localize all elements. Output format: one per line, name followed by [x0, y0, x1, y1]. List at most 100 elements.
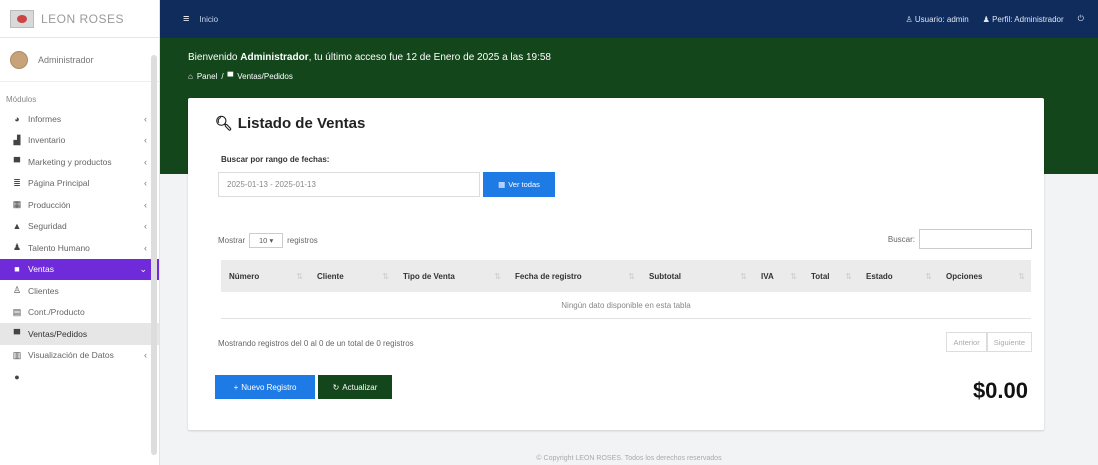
sidebar-item-label: Visualización de Datos — [28, 350, 114, 361]
sidebar-item-informes[interactable]: ◕ Informes ‹ — [0, 108, 159, 130]
column-header[interactable]: Fecha de registro ⇅ — [507, 260, 641, 292]
user-name: Administrador — [38, 54, 94, 65]
column-header[interactable]: Cliente ⇅ — [309, 260, 395, 292]
column-header[interactable]: IVA ⇅ — [753, 260, 803, 292]
sidebar-item-producci-n[interactable]: ▦ Producción ‹ — [0, 194, 159, 216]
chevron-icon: ⌄ — [139, 263, 147, 274]
column-header[interactable]: Total ⇅ — [803, 260, 858, 292]
users-icon: ♟ — [12, 242, 22, 253]
logout-icon[interactable]: ⏻ — [1078, 14, 1084, 24]
users-icon: ♟ — [982, 14, 993, 24]
date-range-input[interactable]: 2025-01-13 - 2025-01-13 — [218, 172, 480, 197]
show-label: Mostrar — [218, 236, 246, 245]
sort-icon: ⇅ — [1018, 271, 1025, 281]
search-input[interactable] — [919, 229, 1032, 249]
date-range-label: Buscar por rango de fechas: — [221, 155, 330, 164]
sidebar-item-ventas-pedidos[interactable]: ▀ Ventas/Pedidos — [0, 323, 159, 345]
page-title: 🔍︎ Listado de Ventas — [215, 115, 365, 132]
user-panel[interactable]: Administrador — [0, 38, 159, 82]
chevron-icon: ‹ — [144, 135, 147, 146]
brand-name: LEON ROSES — [41, 11, 125, 26]
user-link-label: Usuario: admin — [914, 14, 969, 24]
empty-row: Ningún dato disponible en esta tabla — [221, 292, 1031, 319]
breadcrumb-home[interactable]: Panel — [197, 72, 217, 81]
sidebar-item-talento-humano[interactable]: ♟ Talento Humano ‹ — [0, 237, 159, 259]
brand[interactable]: LEON ROSES — [0, 0, 159, 38]
column-header-label: Fecha de registro — [515, 271, 582, 281]
sort-icon: ⇅ — [790, 271, 797, 281]
page-title-text: Listado de Ventas — [237, 115, 366, 132]
top-right-links: ♙ Usuario: admin ♟ Perfil: Administrador… — [905, 14, 1084, 24]
column-header[interactable]: Subtotal ⇅ — [641, 260, 753, 292]
sidebar-item-label: Producción — [28, 199, 71, 210]
refresh-icon: ↻ — [332, 382, 340, 392]
sidebar-item-more[interactable]: ● — [0, 366, 159, 388]
menu-toggle-icon[interactable]: ≡ — [183, 13, 189, 25]
chevron-icon: ‹ — [144, 221, 147, 232]
sidebar-item-label: Informes — [28, 113, 62, 124]
column-header-label: Cliente — [317, 271, 344, 281]
cart-icon: ▀ — [13, 156, 21, 167]
sidebar-scrollbar[interactable] — [151, 55, 157, 455]
table-header: Número ⇅ Cliente ⇅ Tipo de Venta ⇅ Fecha de re… — [221, 260, 1031, 292]
home-link[interactable]: Inicio — [199, 15, 218, 24]
plus-icon: + — [233, 382, 239, 392]
user-link[interactable]: ♙ Usuario: admin — [905, 15, 968, 24]
search-label: Buscar: — [887, 234, 915, 244]
profile-link-label: Perfil: Administrador — [992, 14, 1064, 24]
sidebar-item-marketing-y-productos[interactable]: ▀ Marketing y productos ‹ — [0, 151, 159, 173]
sidebar-item-label: Página Principal — [28, 178, 90, 189]
sort-icon: ⇅ — [925, 271, 932, 281]
sales-table: Número ⇅ Cliente ⇅ Tipo de Venta ⇅ Fecha de re… — [221, 260, 1031, 319]
sidebar-item-ventas[interactable]: ■ Ventas ⌄ — [0, 258, 159, 280]
column-header[interactable]: Número ⇅ — [221, 260, 309, 292]
table-search: Buscar: — [888, 229, 1032, 249]
new-record-button[interactable]: + Nuevo Registro — [215, 375, 315, 399]
breadcrumb: ⌂ Panel / ▀ Ventas/Pedidos — [188, 72, 293, 81]
top-navbar: ≡ Inicio ♙ Usuario: admin ♟ Perfil: Admi… — [160, 0, 1098, 38]
sort-icon: ⇅ — [740, 271, 747, 281]
records-label: registros — [287, 236, 318, 245]
column-header-label: Total — [811, 271, 830, 281]
sidebar-item-inventario[interactable]: ▟ Inventario ‹ — [0, 130, 159, 152]
cart-icon: ▀ — [227, 72, 234, 81]
new-record-label: Nuevo Registro — [241, 382, 297, 392]
boxes-icon: ▟ — [13, 134, 21, 145]
sidebar-item-cont-producto[interactable]: ▤ Cont./Producto — [0, 302, 159, 324]
column-header[interactable]: Estado ⇅ — [858, 260, 938, 292]
table-info: Mostrando registros del 0 al 0 de un tot… — [218, 339, 414, 348]
chart-icon: ◕ — [14, 113, 20, 124]
refresh-button[interactable]: ↻ Actualizar — [318, 375, 392, 399]
caret-down-icon: ▾ — [269, 236, 274, 245]
avatar — [10, 50, 28, 69]
page-length-value: 10 — [259, 236, 268, 245]
column-header[interactable]: Tipo de Venta ⇅ — [395, 260, 507, 292]
modules-label: Módulos — [6, 95, 37, 104]
view-all-button[interactable]: ▦ Ver todas — [483, 172, 555, 197]
profile-link[interactable]: ♟ Perfil: Administrador — [983, 15, 1064, 24]
sidebar-item-seguridad[interactable]: ▲ Seguridad ‹ — [0, 216, 159, 238]
refresh-label: Actualizar — [342, 382, 378, 392]
folder-icon: ■ — [14, 264, 20, 275]
next-page-button[interactable]: Siguiente — [986, 332, 1032, 352]
lock-icon: ▲ — [12, 221, 22, 232]
page-length-select[interactable]: 10 ▾ — [249, 233, 284, 248]
sidebar-item-visualizaci-n-de-datos[interactable]: ▥ Visualización de Datos ‹ — [0, 345, 159, 367]
sidebar-item-clientes[interactable]: ♙ Clientes — [0, 280, 159, 302]
welcome-message: Bienvenido Administrador, tu último acce… — [188, 52, 551, 63]
welcome-name: Administrador — [240, 52, 309, 63]
chevron-icon: ‹ — [144, 199, 147, 210]
sidebar-item-label: Ventas/Pedidos — [28, 328, 88, 339]
sort-icon: ⇅ — [845, 271, 852, 281]
sidebar-item-p-gina-principal[interactable]: ≣ Página Principal ‹ — [0, 173, 159, 195]
page-length-control: Mostrar 10 ▾ registros — [218, 233, 318, 248]
welcome-suffix: , tu último acceso fue 12 de Enero de 20… — [308, 52, 551, 63]
chevron-icon: ‹ — [144, 242, 147, 253]
calendar-icon: ▦ — [12, 199, 22, 210]
column-header[interactable]: Opciones ⇅ — [938, 260, 1031, 292]
prev-page-button[interactable]: Anterior — [946, 332, 987, 352]
chevron-icon: ‹ — [144, 113, 147, 124]
bar-chart-icon: ▥ — [12, 349, 22, 360]
welcome-prefix: Bienvenido — [188, 52, 241, 63]
column-header-label: Número — [229, 271, 260, 281]
